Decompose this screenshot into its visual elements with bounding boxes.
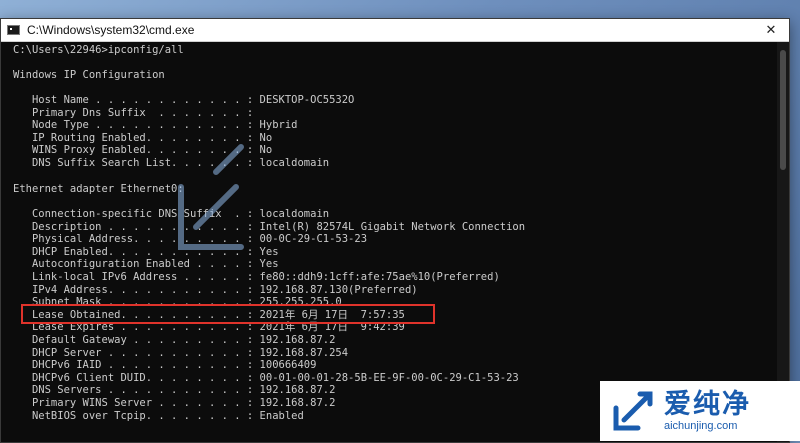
adapter-row: DHCP Server . . . . . . . . . . . : 192.…: [13, 347, 348, 360]
adapter-row: NetBIOS over Tcpip. . . . . . . . : Enab…: [13, 410, 304, 423]
row-label: Connection-specific DNS Suffix . :: [13, 208, 254, 220]
row-value: No: [259, 131, 273, 144]
adapter-row: Autoconfiguration Enabled . . . . : Yes: [13, 258, 279, 271]
config-row: Node Type . . . . . . . . . . . . : Hybr…: [13, 119, 298, 132]
config-row: DNS Suffix Search List. . . . . . : loca…: [13, 157, 329, 170]
row-label: Description . . . . . . . . . . . :: [13, 220, 254, 233]
row-label: Primary Dns Suffix . . . . . . . :: [13, 106, 254, 119]
adapter-row: IPv4 Address. . . . . . . . . . . : 192.…: [13, 284, 418, 297]
row-label: NetBIOS over Tcpip. . . . . . . . :: [13, 409, 254, 422]
row-value: 00-0C-29-C1-53-23: [259, 233, 368, 246]
row-label: Autoconfiguration Enabled . . . . :: [13, 258, 254, 271]
cmd-window[interactable]: C:\Windows\system32\cmd.exe ✕ C:\Users\2…: [0, 18, 790, 443]
adapter-row: Description . . . . . . . . . . . : Inte…: [13, 221, 525, 234]
row-label: Host Name . . . . . . . . . . . . :: [13, 94, 254, 106]
row-label: DHCPv6 IAID . . . . . . . . . . . :: [13, 359, 254, 372]
row-value: Enabled: [259, 409, 304, 422]
brand-mark-icon: [613, 391, 653, 431]
row-label: IP Routing Enabled. . . . . . . . :: [13, 131, 254, 144]
row-label: DNS Servers . . . . . . . . . . . :: [13, 384, 254, 397]
adapter-header: Ethernet adapter Ethernet0:: [13, 183, 184, 195]
adapter-row: Physical Address. . . . . . . . . : 00-0…: [13, 233, 367, 246]
scrollbar-thumb[interactable]: [780, 50, 786, 170]
row-label: DHCPv6 Client DUID. . . . . . . . :: [13, 371, 254, 384]
row-value: No: [259, 144, 273, 157]
config-row: Primary Dns Suffix . . . . . . . :: [13, 107, 260, 120]
window-title: C:\Windows\system32\cmd.exe: [27, 23, 195, 37]
row-label: Primary WINS Server . . . . . . . :: [13, 397, 254, 409]
adapter-row: Default Gateway . . . . . . . . . : 192.…: [13, 334, 335, 347]
row-label: WINS Proxy Enabled. . . . . . . . :: [13, 144, 254, 157]
row-value: 192.168.87.2: [259, 384, 336, 397]
row-label: Default Gateway . . . . . . . . . :: [13, 334, 254, 346]
row-value: fe80::ddh9:1cff:afe:75ae%10(Preferred): [259, 271, 500, 283]
row-label: DHCP Enabled. . . . . . . . . . . :: [13, 245, 254, 258]
adapter-row: Primary WINS Server . . . . . . . : 192.…: [13, 397, 335, 410]
config-row: Host Name . . . . . . . . . . . . : DESK…: [13, 94, 354, 107]
row-value: 192.168.87.254: [259, 346, 349, 359]
row-label: DHCP Server . . . . . . . . . . . :: [13, 346, 254, 359]
row-label: Link-local IPv6 Address . . . . . :: [13, 271, 254, 283]
row-value: DESKTOP-OC5532O: [259, 94, 355, 106]
adapter-row: DHCP Enabled. . . . . . . . . . . : Yes: [13, 246, 279, 259]
title-bar[interactable]: C:\Windows\system32\cmd.exe ✕: [1, 19, 789, 42]
adapter-row: Link-local IPv6 Address . . . . . : fe80…: [13, 271, 500, 284]
row-value: Intel(R) 82574L Gigabit Network Connecti…: [259, 220, 526, 233]
section-header: Windows IP Configuration: [13, 69, 165, 81]
adapter-row: Connection-specific DNS Suffix . : local…: [13, 208, 329, 221]
row-value: 192.168.87.2: [259, 334, 336, 346]
row-value: 192.168.87.2: [259, 397, 336, 409]
brand-name-cn: 爱纯净: [664, 389, 751, 420]
config-row: IP Routing Enabled. . . . . . . . : No: [13, 132, 272, 145]
row-value: 00-01-00-01-28-5B-EE-9F-00-0C-29-C1-53-2…: [259, 371, 519, 384]
row-value: 192.168.87.130(Preferred): [259, 283, 418, 296]
brand-url: aichunjing.com: [664, 420, 738, 432]
config-row: WINS Proxy Enabled. . . . . . . . : No: [13, 144, 272, 157]
row-value: localdomain: [259, 208, 330, 220]
row-label: DNS Suffix Search List. . . . . . :: [13, 157, 254, 169]
row-label: IPv4 Address. . . . . . . . . . . :: [13, 283, 254, 296]
ipv4-highlight-box: [21, 304, 435, 324]
row-label: Physical Address. . . . . . . . . :: [13, 233, 254, 246]
adapter-row: DHCPv6 IAID . . . . . . . . . . . : 1006…: [13, 359, 317, 372]
terminal-icon: [7, 25, 20, 35]
row-value: localdomain: [259, 157, 330, 169]
prompt-line: C:\Users\22946>ipconfig/all: [13, 44, 184, 56]
close-button[interactable]: ✕: [753, 19, 789, 41]
row-value: Yes: [259, 258, 279, 271]
adapter-row: DNS Servers . . . . . . . . . . . : 192.…: [13, 384, 335, 397]
row-value: Yes: [259, 245, 279, 258]
adapter-row: DHCPv6 Client DUID. . . . . . . . : 00-0…: [13, 372, 519, 385]
row-value: Hybrid: [259, 119, 298, 132]
row-value: 100666409: [259, 359, 317, 372]
row-label: Node Type . . . . . . . . . . . . :: [13, 119, 254, 132]
brand-logo: 爱纯净 aichunjing.com: [600, 381, 800, 441]
